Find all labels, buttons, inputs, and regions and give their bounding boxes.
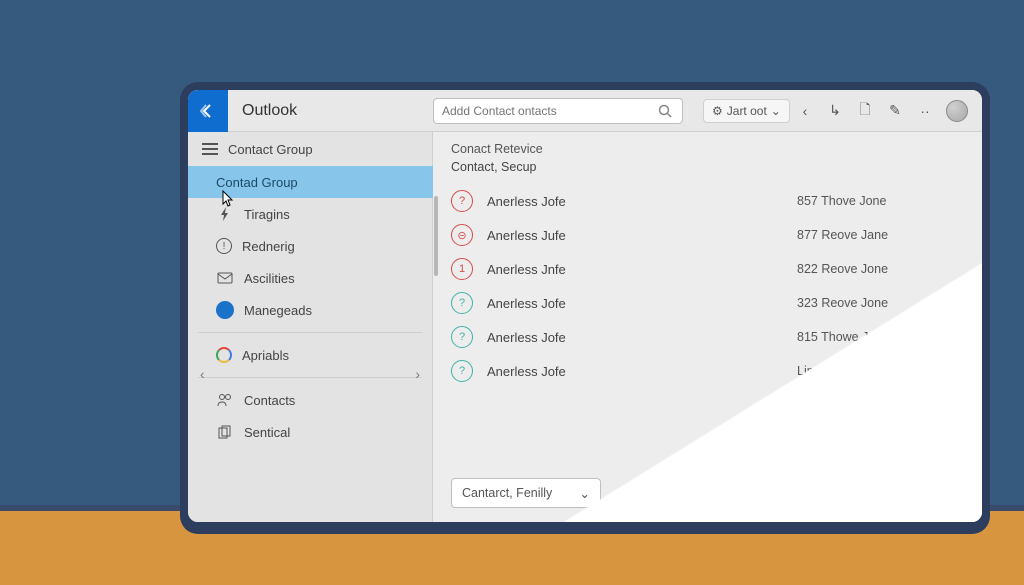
back-icon [199,102,217,120]
sidebar-item-manegeads[interactable]: Manegeads [188,294,432,326]
hamburger-icon[interactable] [202,143,218,155]
header-toolbar: ‹ ↳ 🗋 ✎ ·· [796,100,968,122]
scrollbar-thumb[interactable] [434,196,438,276]
status-badge: ? [451,190,473,212]
app-title: Outlook [228,102,433,120]
sidebar-item-label: Ascilities [244,271,295,286]
contact-row[interactable]: ? Anerless Jofe Lim [433,354,982,388]
scrollbar[interactable] [433,132,439,522]
contact-name: Anerless Jofe [487,330,797,345]
search-icon[interactable] [658,104,682,118]
edit-icon[interactable]: ✎ [886,102,904,120]
sort-dropdown[interactable]: ⚙ Jart oot ⌄ [703,99,790,123]
search-input[interactable] [434,104,658,118]
sidebar-item-label: Tiragins [244,207,290,222]
prev-icon[interactable]: ‹ [796,102,814,120]
sidebar-item-label: Manegeads [244,303,312,318]
sidebar-item-ascilities[interactable]: Ascilities [188,262,432,294]
contact-name: Anerless Jofe [487,296,797,311]
content-pane: Conact Retevice Contact, Secup ? Anerles… [433,132,982,522]
contact-name: Anerless Jufe [487,228,797,243]
breadcrumb: Conact Retevice [433,132,982,158]
sidebar-item-apriabls[interactable]: Apriabls [188,339,432,371]
contact-name: Anerless Jnfe [487,262,797,277]
contact-row[interactable]: ? Anerless Jofe 857 Thove Jone [433,184,982,218]
sidebar-item-contact-group[interactable]: Contad Group [188,166,432,198]
chevron-down-icon: ⌄ [771,104,781,118]
sidebar-item-sentical[interactable]: Sentical [188,416,432,448]
status-badge: ? [451,326,473,348]
status-badge: ? [451,292,473,314]
reply-icon[interactable]: ↳ [826,102,844,120]
new-page-icon[interactable]: 🗋 [856,102,874,120]
sidebar-item-label: Rednerig [242,239,295,254]
contact-info: 815 Thowe Jane [797,330,889,344]
contact-info: Lim [797,364,817,378]
contact-row[interactable]: ⊝ Anerless Jufe 877 Reove Jane [433,218,982,252]
sidebar-next[interactable]: › [415,366,420,382]
status-badge: ⊝ [451,224,473,246]
list-subheading: Contact, Secup [433,158,982,184]
contact-info: 857 Thove Jone [797,194,886,208]
sort-label: Jart oot [727,104,767,118]
bolt-icon [216,205,234,223]
edit-callout[interactable]: Edit → [823,412,990,458]
more-icon[interactable]: ·· [916,102,934,120]
sidebar-item-label: Sentical [244,425,290,440]
chevron-down-icon: ⌄ [580,486,590,501]
alert-icon: ! [216,238,232,254]
contact-info: 877 Reove Jane [797,228,888,242]
people-icon [216,391,234,409]
copy-icon [216,423,234,441]
sidebar-item-label: Contacts [244,393,295,408]
sidebar-item-label: Contad Group [216,175,298,190]
apps-icon [216,347,232,363]
contact-row[interactable]: ? Anerless Jofe 323 Reove Jone [433,286,982,320]
contact-info: 323 Reove Jone [797,296,888,310]
sidebar-item-label: Apriabls [242,348,289,363]
avatar-icon [216,301,234,319]
sidebar-divider [198,332,422,333]
sort-gear-icon: ⚙ [712,104,723,118]
status-badge: 1 [451,258,473,280]
arrow-right-icon: → [955,424,975,447]
back-button[interactable] [188,90,228,132]
edit-label: Edit [841,422,879,448]
sidebar-item-contacts[interactable]: Contacts [188,384,432,416]
search-box[interactable] [433,98,683,124]
sidebar-item-rednerig[interactable]: ! Rednerig [188,230,432,262]
sidebar: Contact Group Contad Group Tiragins ! Re… [188,132,433,522]
contact-row[interactable]: ? Anerless Jofe 815 Thowe Jane [433,320,982,354]
laptop-screen: Outlook ⚙ Jart oot ⌄ ‹ ↳ 🗋 ✎ ·· Contact … [180,82,990,530]
sidebar-title: Contact Group [228,142,313,157]
app-header: Outlook ⚙ Jart oot ⌄ ‹ ↳ 🗋 ✎ ·· [188,90,982,132]
category-label: Cantarct, Fenilly [462,486,552,500]
contact-name: Anerless Jofe [487,364,797,379]
contact-name: Anerless Jofe [487,194,797,209]
contact-row[interactable]: 1 Anerless Jnfe 822 Reove Jone [433,252,982,286]
category-dropdown[interactable]: Cantarct, Fenilly ⌄ [451,478,601,508]
sidebar-divider [198,377,422,378]
sidebar-item-tiragins[interactable]: Tiragins [188,198,432,230]
user-avatar[interactable] [946,100,968,122]
contact-info: 822 Reove Jone [797,262,888,276]
sidebar-header: Contact Group [188,132,432,166]
inbox-icon [216,269,234,287]
status-badge: ? [451,360,473,382]
